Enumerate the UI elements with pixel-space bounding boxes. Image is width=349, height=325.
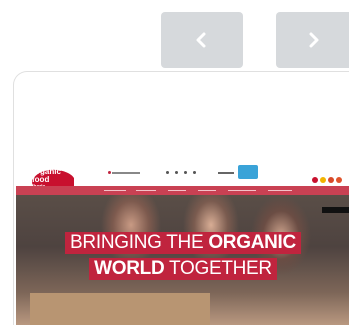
chevron-left-icon bbox=[196, 32, 206, 48]
flag-icon[interactable] bbox=[336, 177, 342, 183]
site-top-bar: organic food iberia bbox=[16, 164, 349, 200]
menu-item[interactable] bbox=[228, 190, 256, 191]
menu-item[interactable] bbox=[198, 190, 216, 191]
social-icon[interactable] bbox=[175, 171, 179, 174]
headline-line-1: BRINGING THE ORGANIC bbox=[65, 232, 301, 254]
headline-line2-bold: WORLD bbox=[94, 258, 165, 279]
headline-line-2: WORLD TOGETHER bbox=[89, 258, 277, 280]
next-button[interactable] bbox=[276, 12, 349, 68]
site-menu-bar bbox=[16, 186, 349, 195]
hero-banner: BRINGING THE ORGANIC WORLD TOGETHER bbox=[16, 195, 349, 325]
headline-line2-light: TOGETHER bbox=[164, 258, 272, 279]
menu-item[interactable] bbox=[136, 190, 156, 191]
member-badge[interactable] bbox=[238, 165, 258, 179]
phone-icon bbox=[108, 171, 111, 174]
headline-line1-bold: ORGANIC bbox=[208, 232, 296, 253]
website-preview-card[interactable]: organic food iberia bbox=[13, 71, 349, 325]
chevron-right-icon bbox=[309, 32, 318, 48]
flag-icon[interactable] bbox=[320, 177, 326, 183]
flag-icon[interactable] bbox=[328, 177, 334, 183]
hero-ribbon bbox=[322, 207, 349, 213]
social-icon[interactable] bbox=[166, 171, 169, 174]
menu-item[interactable] bbox=[168, 190, 186, 191]
social-icon[interactable] bbox=[193, 171, 197, 174]
member-text bbox=[218, 170, 234, 175]
menu-item[interactable] bbox=[104, 190, 126, 191]
previous-button[interactable] bbox=[161, 12, 243, 68]
food-table-photo bbox=[30, 293, 210, 325]
headline-line1-light: BRINGING THE bbox=[70, 232, 209, 253]
phone-text bbox=[112, 171, 141, 174]
menu-item[interactable] bbox=[268, 190, 292, 191]
logo-line-food: food bbox=[32, 175, 50, 184]
flag-icon[interactable] bbox=[312, 177, 318, 183]
social-icon[interactable] bbox=[184, 171, 188, 174]
social-links[interactable] bbox=[166, 170, 197, 175]
phone-contact bbox=[108, 170, 141, 175]
website-screenshot: organic food iberia bbox=[16, 164, 349, 325]
hero-headline: BRINGING THE ORGANIC WORLD TOGETHER bbox=[16, 230, 349, 282]
